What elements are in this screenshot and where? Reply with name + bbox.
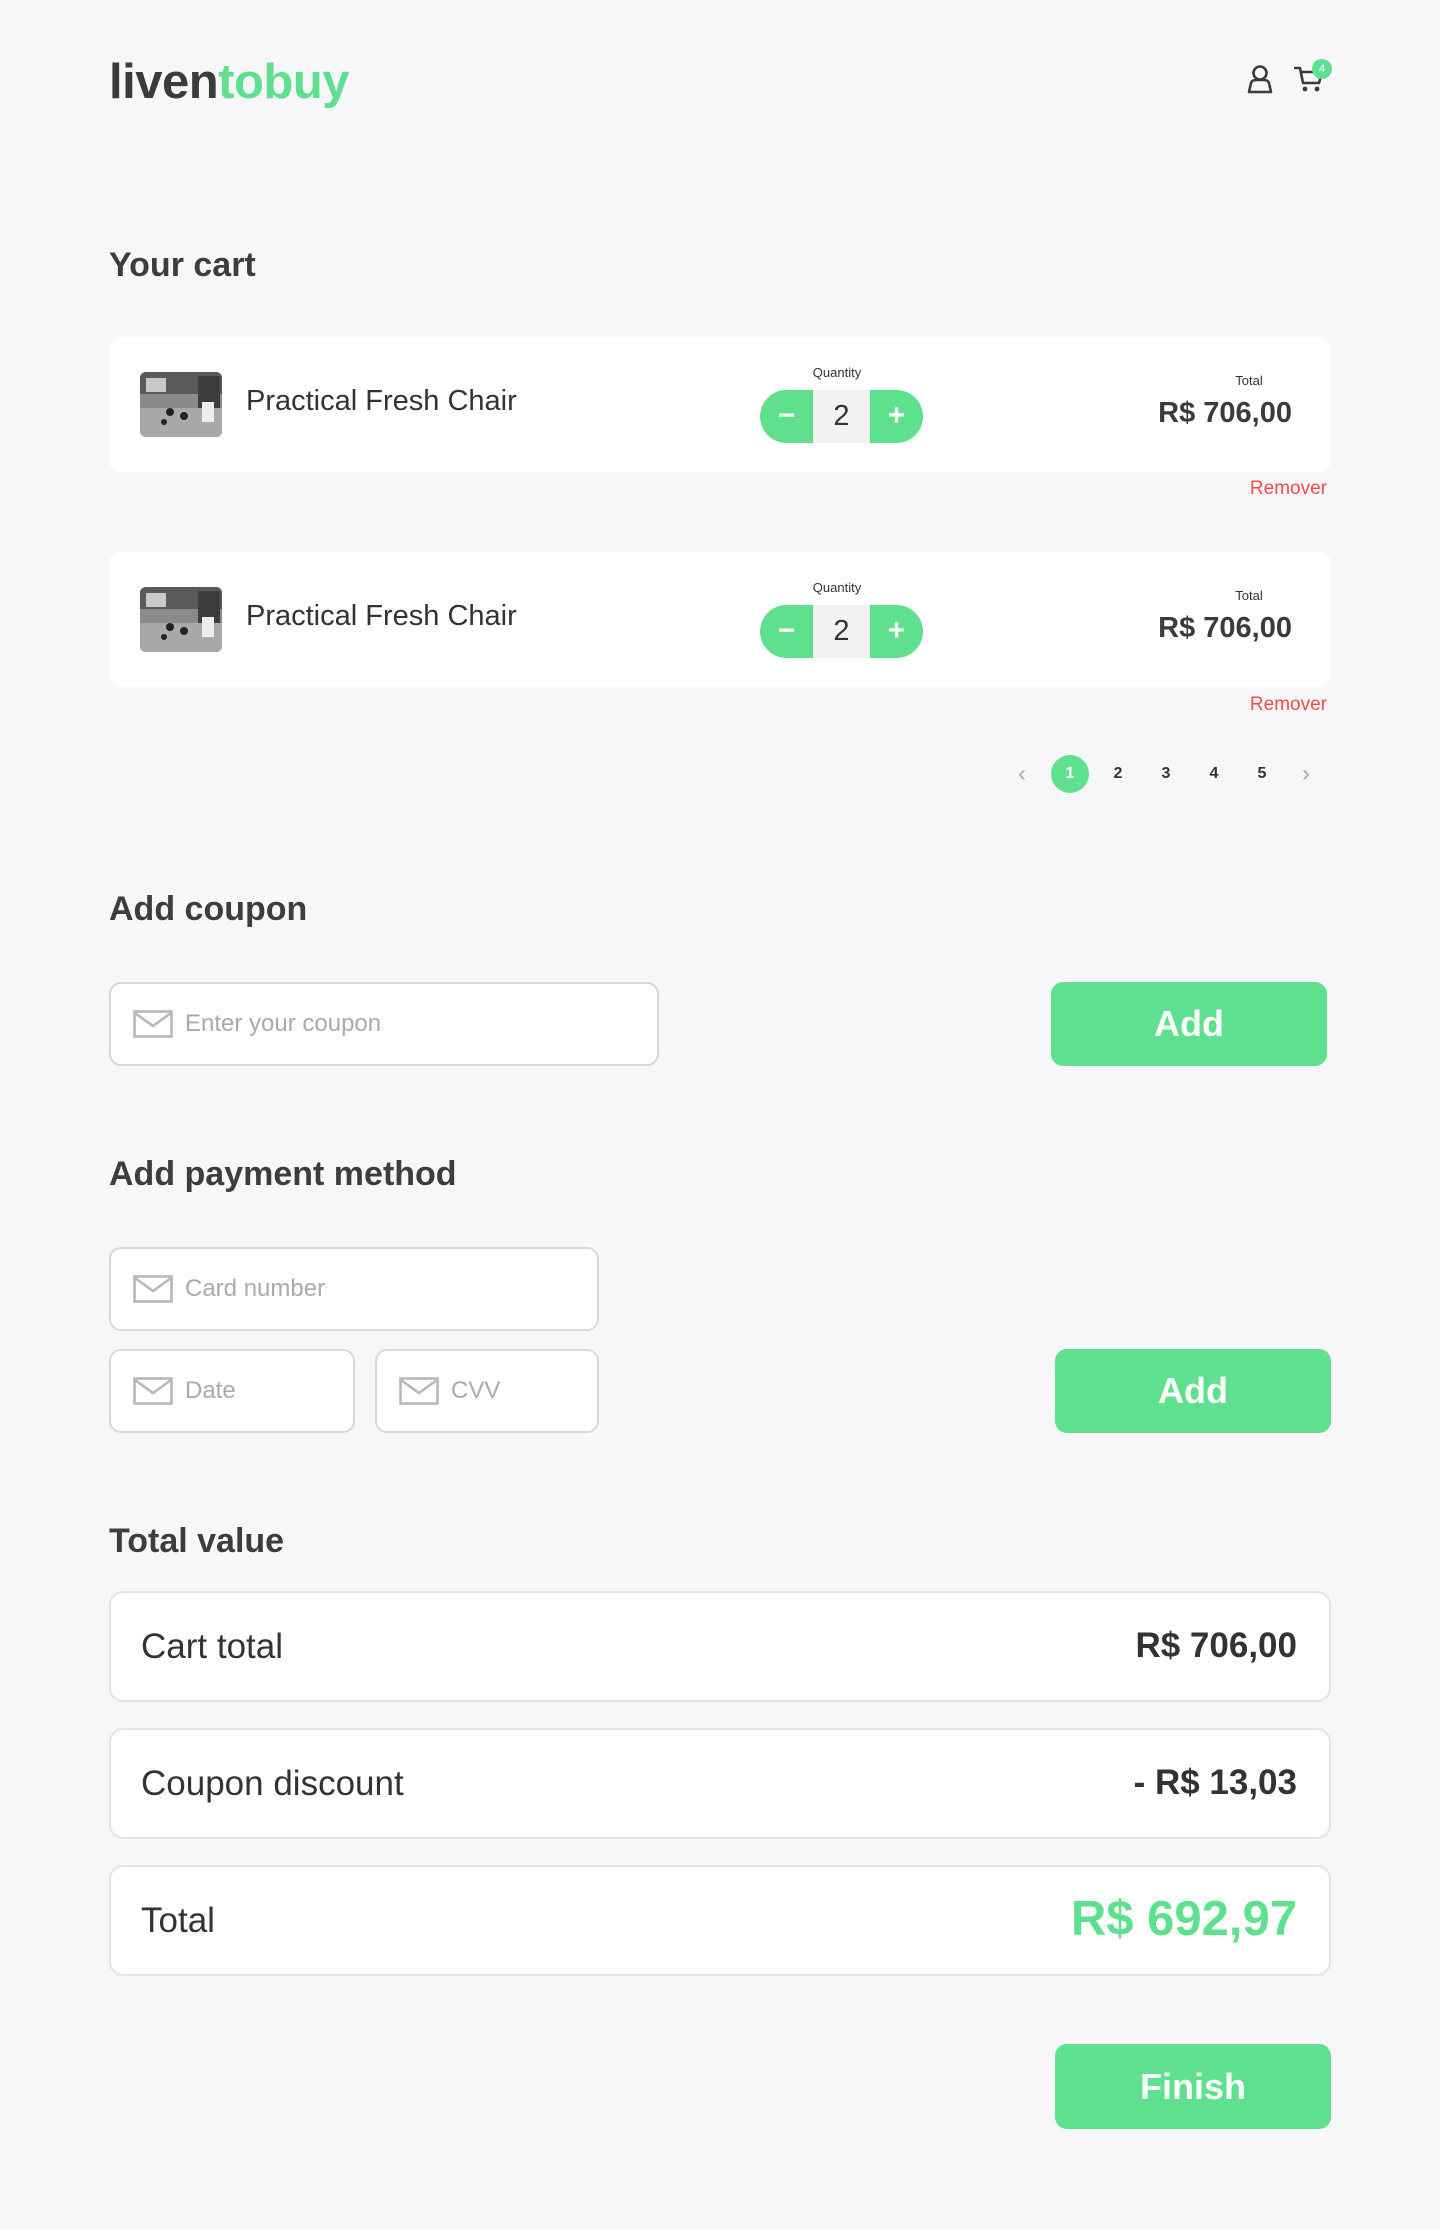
mail-icon (399, 1377, 439, 1405)
logo-part-tobuy: tobuy (218, 55, 350, 109)
grand-total-label: Total (141, 1901, 215, 1940)
coupon-title: Add coupon (109, 890, 308, 928)
cart-item: Practical Fresh Chair Quantity − 2 + Tot… (109, 552, 1331, 687)
grand-total-row: Total R$ 692,97 (109, 1865, 1331, 1976)
cart-item: Practical Fresh Chair Quantity − 2 + Tot… (109, 337, 1331, 472)
product-name: Practical Fresh Chair (246, 385, 517, 417)
decrease-quantity-button[interactable]: − (760, 605, 813, 658)
payment-title: Add payment method (109, 1155, 457, 1193)
cart-title: Your cart (109, 246, 256, 284)
finish-button[interactable]: Finish (1055, 2044, 1331, 2129)
quantity-label: Quantity (812, 580, 862, 595)
quantity-value[interactable]: 2 (813, 390, 870, 443)
item-total-value: R$ 706,00 (1158, 397, 1292, 429)
quantity-stepper: − 2 + (760, 390, 923, 443)
add-coupon-button[interactable]: Add (1051, 982, 1327, 1066)
mail-icon (133, 1275, 173, 1303)
cart-total-label: Cart total (141, 1627, 283, 1666)
product-name: Practical Fresh Chair (246, 600, 517, 632)
next-page-chevron-icon[interactable]: › (1291, 755, 1321, 793)
cart-count-badge: 4 (1312, 59, 1332, 79)
page-5[interactable]: 5 (1243, 755, 1281, 793)
page-1[interactable]: 1 (1051, 755, 1089, 793)
item-total-label: Total (1235, 373, 1263, 388)
date-field (109, 1349, 355, 1433)
quantity-stepper: − 2 + (760, 605, 923, 658)
increase-quantity-button[interactable]: + (870, 390, 923, 443)
cart-total-value: R$ 706,00 (1135, 1626, 1297, 1665)
card-number-field (109, 1247, 599, 1331)
logo-part-liven: liven (109, 55, 219, 109)
prev-page-chevron-icon[interactable]: ‹ (1007, 755, 1037, 793)
increase-quantity-button[interactable]: + (870, 605, 923, 658)
card-number-input[interactable] (185, 1275, 597, 1303)
page-3[interactable]: 3 (1147, 755, 1185, 793)
grand-total-value: R$ 692,97 (1070, 1892, 1297, 1946)
product-thumbnail[interactable] (140, 372, 222, 437)
quantity-label: Quantity (812, 365, 862, 380)
product-image (140, 587, 222, 652)
coupon-discount-label: Coupon discount (141, 1764, 404, 1803)
coupon-discount-value: - R$ 13,03 (1133, 1763, 1297, 1802)
user-icon[interactable] (1246, 64, 1274, 94)
totals-title: Total value (109, 1522, 285, 1560)
cvv-input[interactable] (451, 1377, 597, 1405)
mail-icon (133, 1010, 173, 1038)
remove-item-link[interactable]: Remover (1180, 478, 1327, 500)
mail-icon (133, 1377, 173, 1405)
date-input[interactable] (185, 1377, 353, 1405)
decrease-quantity-button[interactable]: − (760, 390, 813, 443)
logo[interactable]: liventobuy (109, 52, 350, 112)
coupon-field (109, 982, 659, 1066)
pagination: ‹ 1 2 3 4 5 › (1007, 754, 1321, 794)
add-payment-button[interactable]: Add (1055, 1349, 1331, 1433)
coupon-discount-row: Coupon discount - R$ 13,03 (109, 1728, 1331, 1839)
cvv-field (375, 1349, 599, 1433)
cart-total-row: Cart total R$ 706,00 (109, 1591, 1331, 1702)
item-total-value: R$ 706,00 (1158, 612, 1292, 644)
quantity-value[interactable]: 2 (813, 605, 870, 658)
remove-item-link[interactable]: Remover (1180, 694, 1327, 716)
product-image (140, 372, 222, 437)
product-thumbnail[interactable] (140, 587, 222, 652)
page-2[interactable]: 2 (1099, 755, 1137, 793)
coupon-input[interactable] (185, 1010, 657, 1038)
item-total-label: Total (1235, 588, 1263, 603)
page-4[interactable]: 4 (1195, 755, 1233, 793)
